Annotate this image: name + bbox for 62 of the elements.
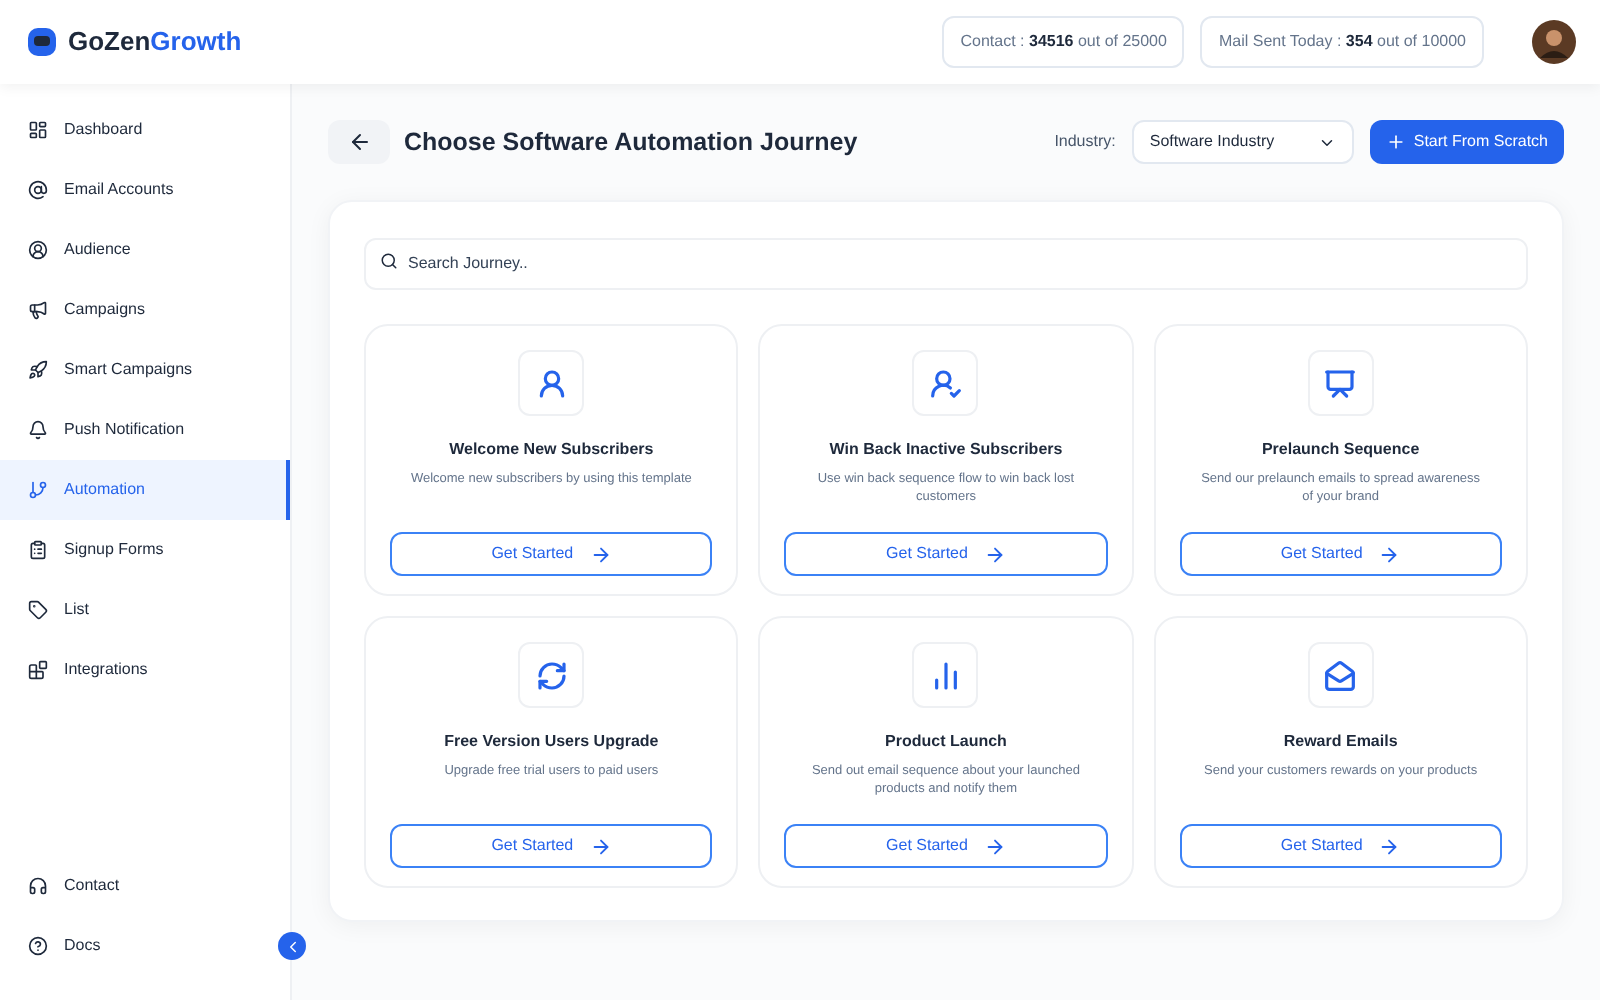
dashboard-icon <box>28 120 48 140</box>
sidebar-item[interactable]: Campaigns <box>0 280 290 340</box>
back-button[interactable] <box>328 120 390 164</box>
sidebar-item[interactable]: Signup Forms <box>0 520 290 580</box>
blocks-icon <box>28 660 48 680</box>
mail-icon <box>1307 642 1374 708</box>
get-started-button[interactable]: Get Started <box>390 824 713 868</box>
plus-icon <box>1385 132 1406 152</box>
get-started-button[interactable]: Get Started <box>784 824 1108 868</box>
logo-icon <box>24 24 60 60</box>
journey-title: Product Launch <box>885 730 1007 754</box>
get-started-button[interactable]: Get Started <box>784 532 1108 576</box>
get-started-button[interactable]: Get Started <box>1179 824 1502 868</box>
arrow-left-icon <box>347 130 371 154</box>
at-sign-icon <box>28 180 48 200</box>
usage-stat: Mail Sent Today : 354 out of 10000 <box>1200 16 1484 68</box>
clipboard-icon <box>28 540 48 560</box>
start-from-scratch-button[interactable]: Start From Scratch <box>1369 120 1564 164</box>
headphones-icon <box>28 876 48 896</box>
journey-title: Reward Emails <box>1283 730 1398 754</box>
rocket-icon <box>28 360 48 380</box>
usage-stat: Contact : 34516 out of 25000 <box>942 16 1185 68</box>
sidebar-item[interactable]: Email Accounts <box>0 160 290 220</box>
get-started-button[interactable]: Get Started <box>1179 532 1502 576</box>
sidebar-item[interactable]: List <box>0 580 290 640</box>
industry-label: Industry: <box>1054 130 1116 154</box>
industry-select[interactable]: Software Industry <box>1131 120 1354 164</box>
journey-title: Free Version Users Upgrade <box>444 730 659 754</box>
journey-title: Welcome New Subscribers <box>449 438 654 462</box>
search-icon <box>380 252 398 270</box>
user-icon <box>518 350 585 416</box>
brand-name: GoZenGrowth <box>68 24 242 61</box>
bar-chart-icon <box>912 642 979 708</box>
page-title: Choose Software Automation Journey <box>404 125 858 160</box>
tag-icon <box>28 600 48 620</box>
arrow-right-icon <box>983 543 1006 565</box>
sidebar-item[interactable]: Automation <box>0 460 290 520</box>
arrow-right-icon <box>589 543 612 565</box>
arrow-right-icon <box>983 835 1006 857</box>
user-check-icon <box>912 350 979 416</box>
sidebar-item[interactable]: Contact <box>0 856 240 916</box>
sidebar-item[interactable]: Integrations <box>0 640 290 700</box>
sidebar-item[interactable]: Push Notification <box>0 400 290 460</box>
megaphone-icon <box>28 300 48 320</box>
get-started-button[interactable]: Get Started <box>390 532 713 576</box>
avatar[interactable] <box>1532 20 1576 64</box>
sidebar-item[interactable]: Dashboard <box>0 100 290 160</box>
sidebar-item[interactable]: Smart Campaigns <box>0 340 290 400</box>
collapse-button[interactable] <box>278 932 306 960</box>
branch-icon <box>28 480 48 500</box>
help-icon <box>28 936 48 956</box>
sidebar-item[interactable]: Docs <box>0 916 240 976</box>
journey-title: Win Back Inactive Subscribers <box>829 438 1063 462</box>
arrow-right-icon <box>1378 543 1401 565</box>
arrow-right-icon <box>589 835 612 857</box>
presentation-icon <box>1307 350 1374 416</box>
user-circle-icon <box>28 240 48 260</box>
bell-icon <box>28 420 48 440</box>
arrow-right-icon <box>1378 835 1401 857</box>
sidebar-item[interactable]: Audience <box>0 220 290 280</box>
journey-title: Prelaunch Sequence <box>1261 438 1420 462</box>
search-field[interactable]: Search Journey.. <box>364 237 1528 289</box>
